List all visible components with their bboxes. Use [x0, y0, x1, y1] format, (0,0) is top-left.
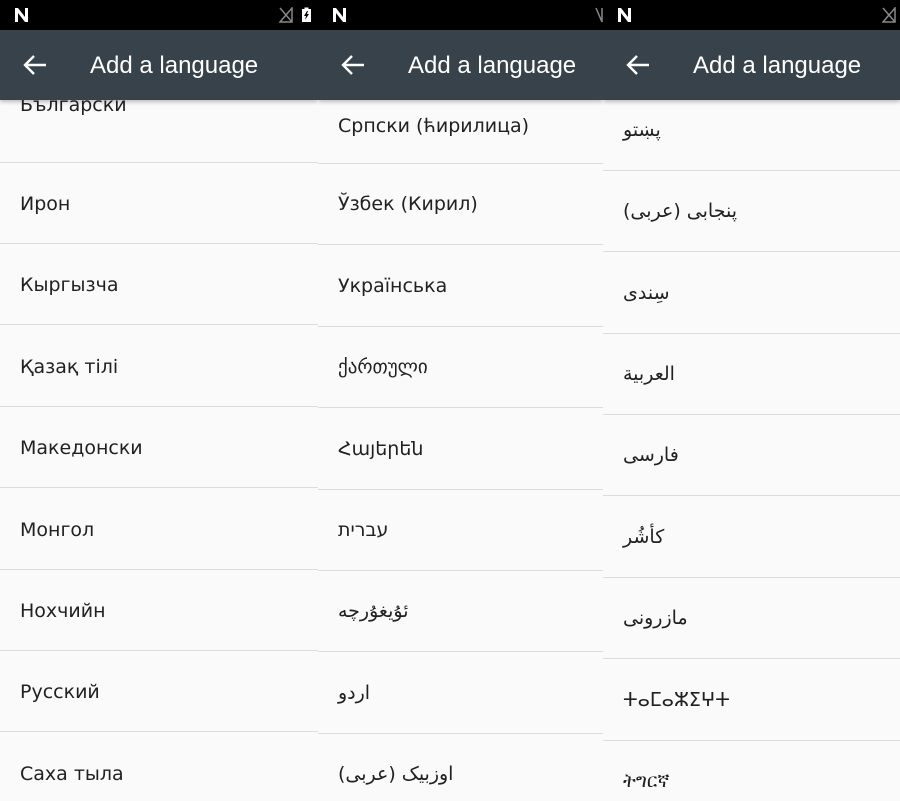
page-title: Add a language — [693, 52, 862, 79]
signal-icon — [279, 7, 293, 23]
back-arrow-icon[interactable] — [340, 53, 366, 77]
list-item[interactable]: Кыргызча — [0, 244, 318, 325]
list-item[interactable]: اوزبیک (عربی) — [318, 734, 603, 801]
list-item[interactable]: مازرونی — [603, 578, 900, 659]
list-item[interactable]: Հայերեն — [318, 409, 603, 490]
list-item[interactable]: Ирон — [0, 163, 318, 244]
list-item[interactable]: ትግርኛ — [603, 741, 900, 801]
list-item[interactable]: Русский — [0, 651, 318, 732]
list-item[interactable]: עברית — [318, 490, 603, 571]
list-item[interactable]: Саха тыла — [0, 733, 318, 801]
list-item[interactable]: Ўзбек (Кирил) — [318, 164, 603, 245]
screen-panel-3: Add a language پښتو پنجابی (عربی) سِندی … — [603, 0, 900, 801]
list-item[interactable]: پنجابی (عربی) — [603, 171, 900, 252]
list-item[interactable]: اردو — [318, 653, 603, 734]
list-item[interactable]: Монгол — [0, 489, 318, 570]
list-item[interactable]: Македонски — [0, 407, 318, 488]
back-arrow-icon[interactable] — [22, 53, 48, 77]
screen-panel-1: Add a language Български Ирон Кыргызча Қ… — [0, 0, 318, 801]
signal-icon — [882, 7, 896, 23]
notification-n-icon — [15, 8, 28, 22]
list-item[interactable]: Нохчийн — [0, 570, 318, 651]
list-item[interactable]: ⵜⴰⵎⴰⵣⵉⵖⵜ — [603, 660, 900, 741]
app-toolbar: Add a language — [0, 30, 318, 100]
list-item[interactable]: سِندی — [603, 253, 900, 334]
app-toolbar: Add a language — [603, 30, 900, 100]
status-bar — [603, 0, 900, 30]
list-item[interactable]: ქართული — [318, 327, 603, 408]
list-item[interactable]: العربية — [603, 334, 900, 415]
notification-n-icon — [618, 8, 631, 22]
notification-n-icon — [333, 8, 346, 22]
battery-charging-icon — [302, 7, 311, 22]
page-title: Add a language — [90, 52, 259, 79]
signal-icon — [595, 7, 603, 23]
list-item[interactable]: کأشُر — [603, 497, 900, 578]
list-item[interactable]: پښتو — [603, 90, 900, 171]
back-arrow-icon[interactable] — [625, 53, 651, 77]
list-item[interactable]: فارسی — [603, 415, 900, 496]
list-item[interactable]: Қазақ тілі — [0, 326, 318, 407]
status-bar — [318, 0, 603, 30]
status-bar — [0, 0, 318, 30]
page-title: Add a language — [408, 52, 577, 79]
app-toolbar: Add a language — [318, 30, 603, 100]
screen-panel-2: Add a language Српски (ћирилица) Ўзбек (… — [318, 0, 603, 801]
list-item[interactable]: ئۇيغۇرچە — [318, 571, 603, 652]
list-item[interactable]: Українська — [318, 246, 603, 327]
